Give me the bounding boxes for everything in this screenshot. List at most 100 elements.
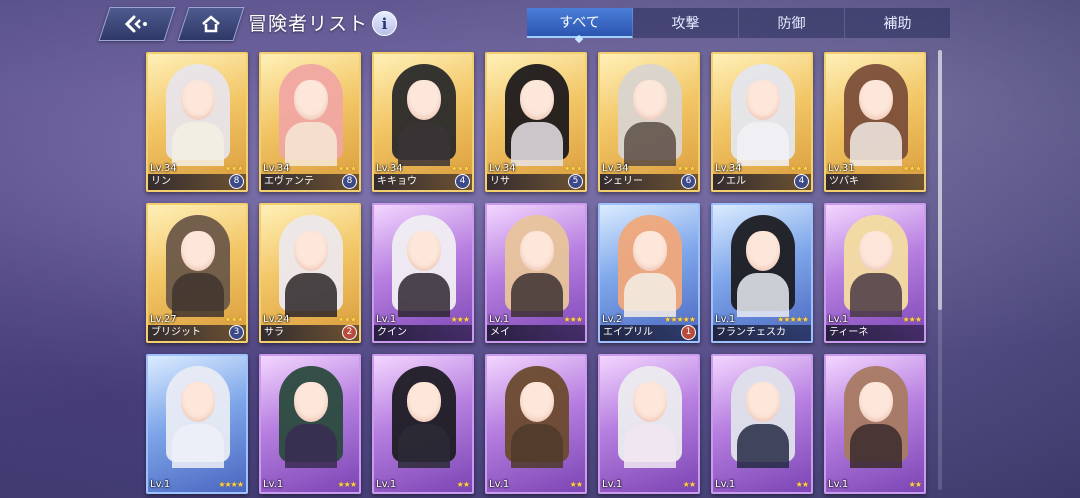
- portrait-body: [624, 273, 676, 317]
- portrait-body: [285, 273, 337, 317]
- character-portrait: [162, 366, 234, 468]
- level-label: Lv.1: [715, 479, 736, 490]
- portrait-body: [737, 122, 789, 166]
- adventurer-card[interactable]: Lv.1 ★★★★★ フランチェスカ: [711, 203, 813, 343]
- back-button[interactable]: [98, 7, 176, 41]
- star-rating: ★★★: [789, 164, 808, 173]
- level-label: Lv.1: [489, 314, 510, 325]
- adventurer-card[interactable]: Lv.1 ★★★ メイ: [485, 203, 587, 343]
- adventurer-grid[interactable]: Lv.34 ★★★ リン 8 Lv.34 ★★★ エヴァンテ 8 Lv.34 ★★★ キキョウ 4 Lv…: [140, 46, 935, 498]
- tab-2[interactable]: 防御: [739, 8, 845, 38]
- portrait-body: [398, 122, 450, 166]
- character-portrait: [388, 366, 460, 468]
- character-portrait: [162, 215, 234, 317]
- star-rating: ★★★: [337, 315, 356, 324]
- character-portrait: [275, 64, 347, 166]
- portrait-face: [633, 231, 667, 271]
- star-rating: ★★★★★: [777, 315, 809, 324]
- adventurer-card[interactable]: Lv.34 ★★★ シェリー 6: [598, 52, 700, 192]
- tab-0[interactable]: すべて: [527, 8, 633, 38]
- adventurer-card[interactable]: Lv.1 ★★★ ティーネ: [824, 203, 926, 343]
- filter-tabs: すべて 攻撃 防御 補助: [527, 8, 950, 38]
- adventurer-card[interactable]: Lv.27 ★★★ ブリジット 3: [146, 203, 248, 343]
- adventurer-card[interactable]: Lv.34 ★★★ リン 8: [146, 52, 248, 192]
- tab-3[interactable]: 補助: [845, 8, 950, 38]
- portrait-face: [294, 231, 328, 271]
- adventurer-card[interactable]: Lv.1 ★★: [824, 354, 926, 494]
- tab-1[interactable]: 攻撃: [633, 8, 739, 38]
- adventurer-card[interactable]: Lv.1 ★★★ クイン: [372, 203, 474, 343]
- portrait-face: [520, 231, 554, 271]
- scrollbar[interactable]: [938, 50, 942, 490]
- portrait-body: [172, 122, 224, 166]
- limit-break-badge: 8: [342, 174, 357, 189]
- character-portrait: [840, 64, 912, 166]
- level-label: Lv.1: [715, 314, 736, 325]
- star-rating: ★★★: [450, 315, 469, 324]
- star-rating: ★★: [795, 480, 809, 489]
- adventurer-card[interactable]: Lv.34 ★★★ キキョウ 4: [372, 52, 474, 192]
- adventurer-card[interactable]: Lv.34 ★★★ ノエル 4: [711, 52, 813, 192]
- adventurer-card[interactable]: Lv.34 ★★★ リサ 5: [485, 52, 587, 192]
- portrait-face: [407, 231, 441, 271]
- adventurer-card[interactable]: Lv.34 ★★★ エヴァンテ 8: [259, 52, 361, 192]
- portrait-body: [624, 424, 676, 468]
- scroll-thumb[interactable]: [938, 50, 942, 310]
- level-label: Lv.1: [150, 479, 171, 490]
- portrait-face: [746, 80, 780, 120]
- limit-break-badge: 6: [681, 174, 696, 189]
- character-portrait: [727, 366, 799, 468]
- portrait-face: [181, 231, 215, 271]
- character-portrait: [501, 366, 573, 468]
- character-portrait: [275, 215, 347, 317]
- limit-break-badge: 3: [229, 325, 244, 340]
- adventurer-card[interactable]: Lv.1 ★★: [485, 354, 587, 494]
- level-label: Lv.34: [150, 163, 177, 174]
- home-button[interactable]: [177, 7, 245, 41]
- portrait-body: [511, 273, 563, 317]
- character-portrait: [840, 215, 912, 317]
- portrait-face: [746, 231, 780, 271]
- level-label: Lv.24: [263, 314, 290, 325]
- portrait-face: [746, 382, 780, 422]
- portrait-body: [285, 424, 337, 468]
- portrait-body: [172, 424, 224, 468]
- adventurer-card[interactable]: Lv.1 ★★: [711, 354, 813, 494]
- level-label: Lv.31: [828, 163, 855, 174]
- portrait-face: [633, 382, 667, 422]
- character-portrait: [501, 215, 573, 317]
- level-label: Lv.1: [376, 314, 397, 325]
- portrait-face: [181, 80, 215, 120]
- adventurer-card[interactable]: Lv.1 ★★: [372, 354, 474, 494]
- star-rating: ★★★★: [218, 480, 244, 489]
- adventurer-card[interactable]: Lv.1 ★★: [598, 354, 700, 494]
- adventurer-card[interactable]: Lv.1 ★★★: [259, 354, 361, 494]
- level-label: Lv.1: [602, 479, 623, 490]
- portrait-body: [172, 273, 224, 317]
- character-name: クイン: [374, 325, 472, 341]
- star-rating: ★★★: [563, 164, 582, 173]
- info-button[interactable]: i: [372, 11, 397, 36]
- level-label: Lv.34: [263, 163, 290, 174]
- adventurer-card[interactable]: Lv.2 ★★★★★ エイプリル 1: [598, 203, 700, 343]
- portrait-body: [850, 424, 902, 468]
- portrait-face: [294, 80, 328, 120]
- portrait-face: [520, 382, 554, 422]
- limit-break-badge: 8: [229, 174, 244, 189]
- star-rating: ★★★: [902, 315, 921, 324]
- adventurer-card[interactable]: Lv.24 ★★★ サラ 2: [259, 203, 361, 343]
- portrait-body: [737, 424, 789, 468]
- portrait-body: [850, 122, 902, 166]
- back-arrow-icon: [124, 15, 147, 33]
- star-rating: ★★★★★: [664, 315, 696, 324]
- character-portrait: [162, 64, 234, 166]
- portrait-body: [398, 424, 450, 468]
- character-portrait: [275, 366, 347, 468]
- character-portrait: [727, 215, 799, 317]
- adventurer-card[interactable]: Lv.1 ★★★★: [146, 354, 248, 494]
- portrait-face: [181, 382, 215, 422]
- portrait-face: [407, 382, 441, 422]
- adventurer-card[interactable]: Lv.31 ★★★ ツバキ: [824, 52, 926, 192]
- portrait-body: [511, 424, 563, 468]
- portrait-body: [737, 273, 789, 317]
